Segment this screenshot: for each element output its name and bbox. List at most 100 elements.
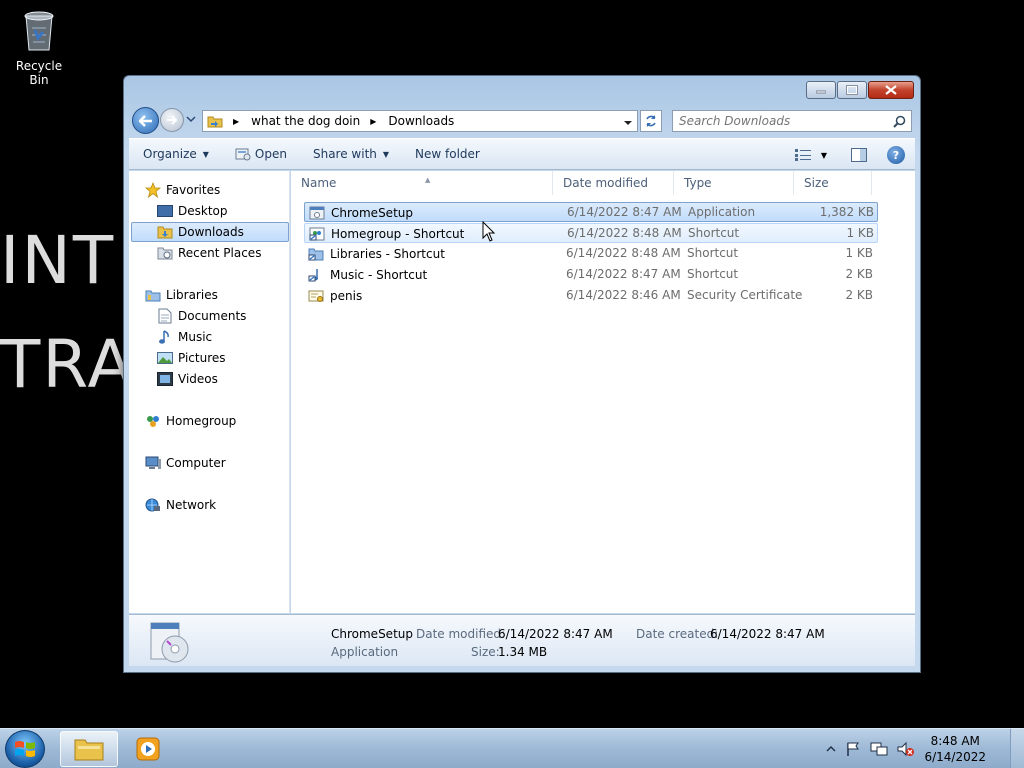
videos-icon bbox=[157, 371, 173, 387]
recent-pages-dropdown-icon[interactable] bbox=[186, 115, 196, 123]
help-icon: ? bbox=[892, 148, 900, 162]
minimize-button[interactable] bbox=[806, 81, 836, 99]
back-arrow-icon bbox=[138, 114, 152, 127]
file-name-cell: Homegroup - Shortcut bbox=[309, 224, 464, 244]
command-bar-right: ▼ ? bbox=[794, 139, 915, 171]
file-name-cell: Music - Shortcut bbox=[308, 265, 427, 285]
file-date-cell: 6/14/2022 8:47 AM bbox=[566, 267, 681, 281]
file-row-music-shortcut[interactable]: Music - Shortcut 6/14/2022 8:47 AM Shortcu… bbox=[304, 265, 878, 285]
nav-item-homegroup[interactable]: Homegroup bbox=[145, 411, 303, 431]
file-row-homegroup-shortcut[interactable]: Homegroup - Shortcut 6/14/2022 8:48 AM Sho… bbox=[304, 223, 878, 243]
homegroup-shortcut-icon bbox=[309, 226, 325, 242]
nav-item-downloads[interactable]: Downloads bbox=[131, 222, 289, 242]
refresh-button[interactable] bbox=[640, 110, 662, 132]
file-name-cell: Libraries - Shortcut bbox=[308, 244, 445, 264]
breadcrumb-separator[interactable]: ▶ bbox=[227, 117, 247, 126]
file-row-chromesetup[interactable]: ChromeSetup 6/14/2022 8:47 AM Application 1… bbox=[304, 202, 878, 222]
clock-time: 8:48 AM bbox=[930, 734, 980, 748]
open-button[interactable]: Open bbox=[235, 147, 287, 161]
details-size-label: Size: bbox=[471, 645, 500, 659]
file-size-cell: 1 KB bbox=[845, 246, 873, 260]
new-folder-button[interactable]: New folder bbox=[415, 147, 480, 161]
breadcrumb-user-folder[interactable]: what the dog doin ▶ bbox=[251, 114, 384, 128]
certificate-icon bbox=[308, 288, 324, 304]
preview-pane-icon[interactable] bbox=[851, 148, 867, 162]
file-type-cell: Shortcut bbox=[687, 246, 739, 260]
explorer-folder-icon bbox=[74, 739, 104, 761]
folder-icon bbox=[207, 116, 223, 128]
file-size-cell: 1,382 KB bbox=[819, 205, 874, 219]
show-desktop-button[interactable] bbox=[1010, 729, 1024, 768]
file-size-cell: 1 KB bbox=[846, 226, 874, 240]
file-row-penis[interactable]: penis 6/14/2022 8:46 AM Security Certifica… bbox=[304, 286, 878, 306]
address-dropdown-icon[interactable] bbox=[623, 119, 633, 127]
details-date-modified-label: Date modified: bbox=[416, 627, 506, 641]
details-file-type: Application bbox=[331, 645, 399, 659]
libraries-shortcut-icon bbox=[308, 246, 324, 262]
network-icon bbox=[145, 497, 161, 513]
homegroup-icon bbox=[145, 413, 161, 429]
details-pane: ChromeSetup Application Date modified: 6… bbox=[129, 614, 915, 666]
close-button[interactable] bbox=[868, 81, 914, 99]
recycle-bin-icon bbox=[24, 11, 54, 51]
view-details-icon bbox=[794, 149, 811, 161]
minimize-icon bbox=[816, 90, 826, 94]
clock-date: 6/14/2022 bbox=[924, 750, 986, 764]
downloads-folder-icon bbox=[157, 224, 173, 240]
address-bar[interactable]: ▶ what the dog doin ▶ Downloads bbox=[202, 110, 638, 132]
help-button[interactable]: ? bbox=[887, 146, 905, 164]
taskbar-media-player-button[interactable] bbox=[120, 731, 176, 767]
network-status-icon[interactable] bbox=[870, 741, 888, 757]
libraries-icon bbox=[145, 287, 161, 303]
media-player-icon bbox=[136, 737, 160, 761]
refresh-icon bbox=[646, 115, 656, 127]
back-button[interactable] bbox=[132, 107, 159, 134]
navigation-bar: ▶ what the dog doin ▶ Downloads bbox=[132, 106, 914, 134]
details-date-created-value: 6/14/2022 8:47 AM bbox=[710, 627, 825, 641]
search-icon[interactable] bbox=[893, 115, 906, 128]
forward-button[interactable] bbox=[160, 108, 184, 132]
view-dropdown-icon: ▼ bbox=[820, 150, 827, 160]
maximize-icon bbox=[846, 85, 858, 95]
column-header-date-modified[interactable]: Date modified bbox=[553, 171, 674, 195]
details-file-name: ChromeSetup bbox=[331, 627, 413, 641]
system-clock[interactable]: 8:48 AM 6/14/2022 bbox=[924, 733, 986, 765]
nav-item-computer[interactable]: Computer bbox=[145, 453, 303, 473]
command-bar: Organize ▼ Open Share with ▼ New folder ▼ … bbox=[129, 138, 915, 170]
details-date-created-label: Date created: bbox=[636, 627, 719, 641]
file-type-cell: Shortcut bbox=[687, 267, 739, 281]
nav-item-network[interactable]: Network bbox=[145, 495, 303, 515]
close-icon bbox=[885, 85, 897, 95]
column-header-name[interactable]: Name ▲ bbox=[291, 171, 553, 195]
search-box[interactable] bbox=[672, 110, 912, 132]
chevron-up-icon bbox=[826, 746, 836, 752]
taskbar-explorer-button[interactable] bbox=[60, 731, 118, 767]
file-type-cell: Security Certificate bbox=[687, 288, 803, 302]
file-row-libraries-shortcut[interactable]: Libraries - Shortcut 6/14/2022 8:48 AM Sho… bbox=[304, 244, 878, 264]
breadcrumb-downloads[interactable]: Downloads bbox=[388, 114, 454, 128]
action-center-icon[interactable] bbox=[845, 741, 861, 757]
nav-item-favorites[interactable]: Favorites bbox=[145, 180, 303, 200]
column-headers: Name ▲ Date modified Type Size bbox=[291, 171, 915, 195]
mouse-cursor-icon bbox=[482, 221, 496, 242]
share-with-button[interactable]: Share with ▼ bbox=[313, 147, 389, 161]
file-name-cell: ChromeSetup bbox=[309, 203, 413, 223]
music-shortcut-icon bbox=[308, 267, 324, 283]
nav-item-libraries[interactable]: Libraries bbox=[145, 285, 303, 305]
start-button[interactable] bbox=[5, 730, 45, 768]
organize-button[interactable]: Organize ▼ bbox=[143, 147, 209, 161]
volume-muted-icon[interactable] bbox=[897, 741, 915, 757]
notification-area: 8:48 AM 6/14/2022 bbox=[826, 729, 1024, 768]
column-header-type[interactable]: Type bbox=[674, 171, 794, 195]
music-icon bbox=[157, 329, 173, 345]
search-input[interactable] bbox=[679, 114, 889, 128]
column-header-size[interactable]: Size bbox=[794, 171, 872, 195]
desktop-icon bbox=[157, 203, 173, 219]
show-hidden-icons-button[interactable] bbox=[826, 745, 836, 753]
maximize-button[interactable] bbox=[837, 81, 867, 99]
file-date-cell: 6/14/2022 8:47 AM bbox=[567, 205, 682, 219]
change-view-button[interactable]: ▼ bbox=[794, 149, 827, 161]
wallpaper-text-line1: INT bbox=[0, 222, 116, 299]
details-date-modified-value: 6/14/2022 8:47 AM bbox=[498, 627, 613, 641]
recycle-bin-desktop-icon[interactable]: Recycle Bin bbox=[8, 8, 70, 87]
